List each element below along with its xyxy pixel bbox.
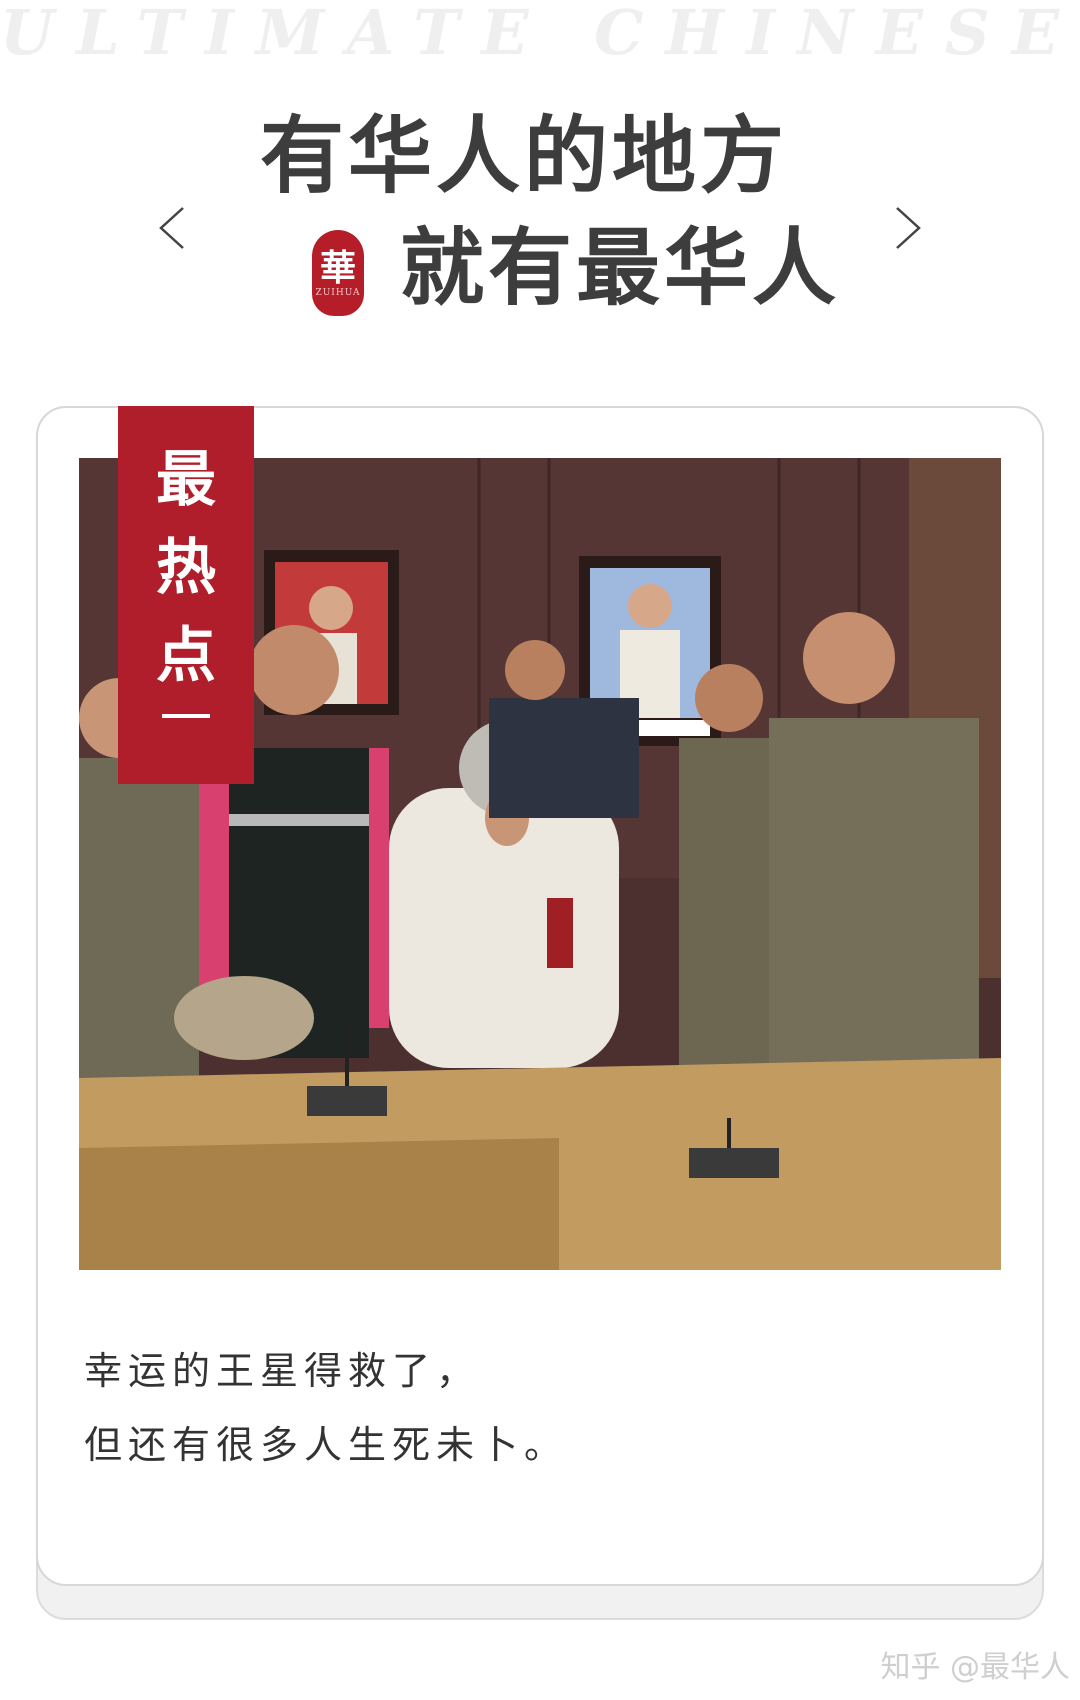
caption-line-2: 但还有很多人生死未卜。: [84, 1423, 569, 1467]
ribbon-dash: [162, 714, 210, 718]
header-watermark: ULTIMATE CHINESE: [0, 0, 1080, 69]
ribbon-char-3: 点: [156, 621, 216, 691]
next-button[interactable]: [886, 198, 930, 258]
caption: 幸运的王星得救了， 但还有很多人生死未卜。: [84, 1334, 964, 1482]
prev-button[interactable]: [150, 198, 194, 258]
chevron-right-icon: [896, 207, 921, 249]
chevron-left-icon: [159, 207, 184, 249]
seal-small-text: ZUIHUA: [315, 288, 361, 298]
zhihu-credit: 知乎 @最华人: [880, 1650, 1070, 1685]
hot-topic-ribbon: 最 热 点: [118, 406, 254, 784]
headline-line-2: 就有最华人: [400, 218, 841, 317]
seal-logo: 華 ZUIHUA: [312, 230, 364, 316]
headline-line-1: 有华人的地方: [260, 106, 789, 205]
ribbon-char-2: 热: [156, 533, 216, 603]
ribbon-char-1: 最: [156, 445, 216, 515]
seal-char: 華: [319, 247, 356, 289]
caption-line-1: 幸运的王星得救了，: [84, 1349, 481, 1393]
headline: 有华人的地方 華 ZUIHUA 就有最华人: [250, 96, 870, 336]
